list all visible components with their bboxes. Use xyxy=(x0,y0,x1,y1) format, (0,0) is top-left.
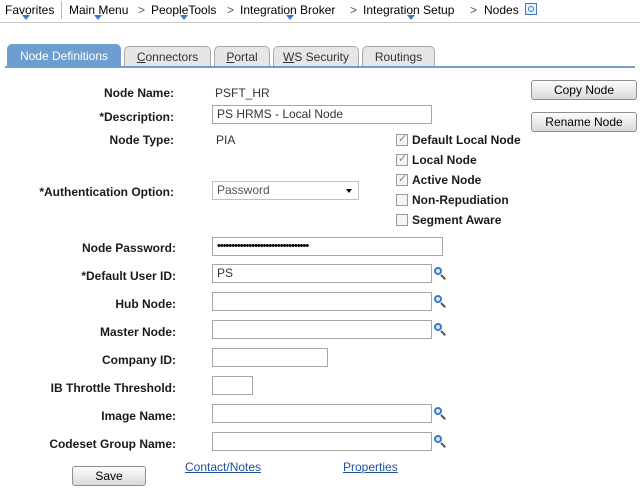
save-button[interactable]: Save xyxy=(72,466,146,486)
top-menu-bar: Favorites Main Menu > PeopleTools > Inte… xyxy=(0,0,640,23)
company-id-field[interactable] xyxy=(212,348,328,367)
checkbox-label: Segment Aware xyxy=(412,213,502,227)
chevron-down-icon xyxy=(407,15,415,20)
checkbox-box[interactable] xyxy=(396,194,408,206)
search-icon[interactable] xyxy=(433,406,447,420)
checkbox-box[interactable] xyxy=(396,172,408,186)
image-name-label: Image Name: xyxy=(101,409,176,423)
checkbox-label: Non-Repudiation xyxy=(412,193,509,207)
search-icon[interactable] xyxy=(433,322,447,336)
tab-label: onnectors xyxy=(145,50,199,64)
tab-portal[interactable]: Portal xyxy=(214,46,270,66)
tab-node-definitions[interactable]: Node Definitions xyxy=(7,44,121,67)
contact-notes-link[interactable]: Contact/Notes xyxy=(185,460,261,474)
breadcrumb-nodes: Nodes xyxy=(484,3,519,17)
menu-separator xyxy=(61,1,62,19)
chevron-down-icon xyxy=(180,15,188,20)
node-type-label: Node Type: xyxy=(109,133,174,147)
default-user-id-field[interactable]: PS xyxy=(212,264,432,283)
checkbox-box[interactable] xyxy=(396,132,408,146)
node-type-value: PIA xyxy=(216,133,236,147)
hub-node-field[interactable] xyxy=(212,292,432,311)
breadcrumb-separator: > xyxy=(470,3,478,17)
chevron-down-icon xyxy=(22,15,30,20)
ib-throttle-threshold-label: IB Throttle Threshold: xyxy=(50,381,176,395)
node-name-label: Node Name: xyxy=(103,86,174,100)
breadcrumb-separator: > xyxy=(350,3,358,17)
chevron-down-icon xyxy=(346,189,352,193)
checkbox-box[interactable] xyxy=(396,152,408,166)
ib-throttle-threshold-field[interactable] xyxy=(212,376,253,395)
rename-node-button[interactable]: Rename Node xyxy=(531,112,637,132)
node-password-field[interactable]: •••••••••••••••••••••••••••••••• xyxy=(212,237,443,256)
checkbox-label: Active Node xyxy=(412,173,482,187)
chevron-down-icon xyxy=(286,15,294,20)
codeset-group-name-field[interactable] xyxy=(212,432,432,451)
properties-link[interactable]: Properties xyxy=(343,460,398,474)
default-user-id-label: *Default User ID: xyxy=(81,269,176,283)
hub-node-label: Hub Node: xyxy=(115,297,176,311)
tab-label: S Security xyxy=(294,50,349,64)
checkbox-label: Local Node xyxy=(412,153,477,167)
checkbox-box[interactable] xyxy=(396,214,408,226)
checkbox-label: Default Local Node xyxy=(412,133,521,147)
tab-label: Node Definitions xyxy=(19,49,109,63)
master-node-field[interactable] xyxy=(212,320,432,339)
copy-node-button[interactable]: Copy Node xyxy=(531,80,637,100)
node-name-value: PSFT_HR xyxy=(215,86,270,100)
codeset-group-name-label: Codeset Group Name: xyxy=(49,437,176,451)
authentication-option-select[interactable]: Password xyxy=(212,181,359,200)
search-icon[interactable] xyxy=(525,3,537,15)
authentication-option-label: *Authentication Option: xyxy=(39,185,174,199)
search-icon[interactable] xyxy=(433,294,447,308)
tab-underline xyxy=(5,66,635,68)
image-name-field[interactable] xyxy=(212,404,432,423)
tab-label: Routings xyxy=(374,50,423,64)
tab-connectors[interactable]: Connectors xyxy=(124,46,211,66)
company-id-label: Company ID: xyxy=(101,353,176,367)
search-icon[interactable] xyxy=(433,434,447,448)
tab-routings[interactable]: Routings xyxy=(362,46,435,66)
master-node-label: Master Node: xyxy=(99,325,176,339)
selected-value: Password xyxy=(217,183,270,197)
breadcrumb-separator: > xyxy=(227,3,235,17)
description-field[interactable]: PS HRMS - Local Node xyxy=(212,105,432,124)
chevron-down-icon xyxy=(94,15,102,20)
node-password-label: Node Password: xyxy=(81,241,176,255)
tab-label: ortal xyxy=(234,50,258,64)
tab-accesskey: W xyxy=(282,50,295,64)
search-icon[interactable] xyxy=(433,266,447,280)
description-label: *Description: xyxy=(99,110,174,124)
breadcrumb-separator: > xyxy=(138,3,146,17)
tab-ws-security[interactable]: WS Security xyxy=(273,46,359,66)
